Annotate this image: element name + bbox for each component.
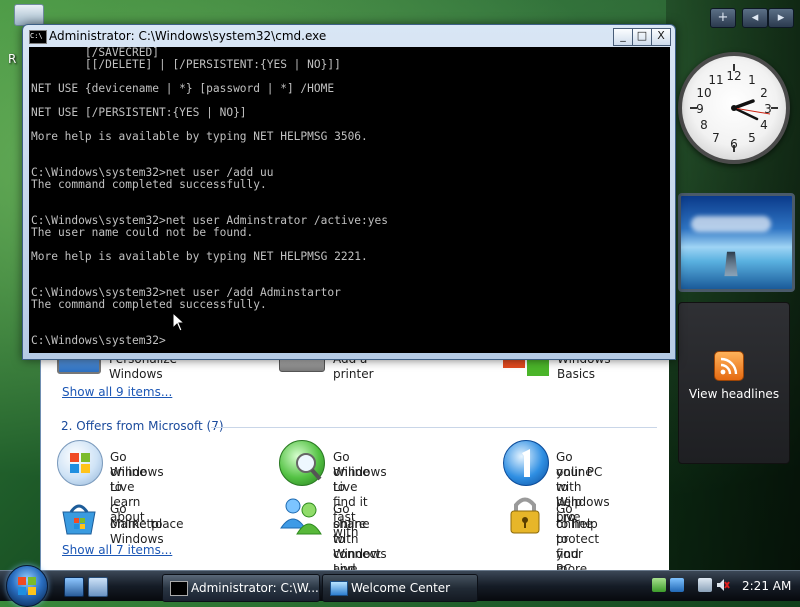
section-divider — [211, 427, 657, 428]
offer-line2: share with Windows Live — [333, 517, 387, 576]
welcome-center-icon — [330, 581, 348, 596]
mouse-cursor-icon — [172, 312, 186, 332]
svg-text:2: 2 — [760, 86, 768, 100]
show-all-9-items-link[interactable]: Show all 9 items... — [62, 385, 172, 399]
taskbar-button-label: Administrator: C:\W... — [191, 581, 319, 595]
cmd-titlebar[interactable]: C:\ Administrator: C:\Windows\system32\c… — [23, 25, 675, 47]
windows-logo-icon — [18, 577, 36, 595]
messenger-icon — [279, 494, 323, 538]
taskbar-button-label: Welcome Center — [351, 581, 451, 595]
network-icon[interactable] — [698, 578, 712, 592]
cmd-window-title: Administrator: C:\Windows\system32\cmd.e… — [49, 29, 327, 43]
offers-section-title[interactable]: 2. Offers from Microsoft (7) — [61, 419, 224, 433]
svg-text:4: 4 — [760, 118, 768, 132]
next-gadget-page-button[interactable]: ▸ — [768, 8, 794, 28]
analog-clock-icon: 12 1 2 345 678 9 10 11 — [678, 52, 790, 164]
taskbar-button-welcome-center[interactable]: Welcome Center — [322, 574, 478, 602]
show-desktop-icon[interactable] — [64, 577, 84, 597]
svg-text:6: 6 — [730, 137, 738, 151]
cmd-window[interactable]: C:\ Administrator: C:\Windows\system32\c… — [22, 24, 676, 360]
svg-text:9: 9 — [696, 102, 704, 116]
cmd-output-text[interactable]: [/SAVECRED] [[/DELETE] | [/PERSISTENT:{Y… — [29, 47, 670, 347]
desktop-icon-label: R — [8, 52, 17, 66]
pier-shape — [724, 251, 738, 277]
maximize-button[interactable]: □ — [632, 28, 652, 46]
svg-text:12: 12 — [726, 69, 741, 83]
cmd-console-area[interactable]: [/SAVECRED] [[/DELETE] | [/PERSISTENT:{Y… — [29, 47, 670, 353]
minimize-button[interactable]: _ — [613, 28, 633, 46]
volume-muted-icon[interactable] — [716, 578, 730, 592]
windows-live-icon — [57, 440, 103, 486]
taskbar-clock[interactable]: 2:21 AM — [742, 579, 791, 593]
cmd-icon — [170, 581, 188, 596]
slideshow-gadget[interactable] — [678, 193, 795, 292]
rss-feed-icon — [714, 351, 744, 381]
onecare-icon — [503, 440, 549, 486]
taskbar: Administrator: C:\W... Welcome Center 2:… — [0, 565, 800, 607]
switch-windows-icon[interactable] — [88, 577, 108, 597]
windows-update-icon[interactable] — [670, 578, 684, 592]
clock-gadget[interactable]: 12 1 2 345 678 9 10 11 — [675, 48, 790, 170]
cmd-icon: C:\ — [29, 30, 47, 44]
svg-text:1: 1 — [748, 73, 756, 87]
show-all-7-items-link[interactable]: Show all 7 items... — [62, 543, 172, 557]
offer-line2: Marketplace — [110, 517, 184, 531]
offer-line2: Windows Live — [333, 465, 387, 494]
add-gadget-button[interactable]: + — [710, 8, 736, 28]
svg-text:7: 7 — [712, 131, 720, 145]
close-button[interactable]: X — [651, 28, 671, 46]
view-headlines-label[interactable]: View headlines — [679, 387, 789, 401]
taskbar-button-cmd[interactable]: Administrator: C:\W... — [162, 574, 320, 602]
prev-gadget-page-button[interactable]: ◂ — [742, 8, 768, 28]
search-globe-icon — [279, 440, 325, 486]
start-button[interactable] — [6, 565, 48, 607]
padlock-icon — [503, 492, 547, 536]
svg-text:5: 5 — [748, 131, 756, 145]
slideshow-image — [691, 216, 771, 232]
feed-headlines-gadget[interactable]: View headlines — [678, 302, 790, 464]
sidebar-controls: + ◂ ▸ — [666, 8, 796, 28]
marketplace-icon — [57, 496, 101, 540]
svg-text:11: 11 — [708, 73, 723, 87]
security-alert-icon[interactable] — [652, 578, 666, 592]
offer-line2: Windows Live — [110, 465, 164, 494]
svg-text:10: 10 — [696, 86, 711, 100]
recycle-bin-icon[interactable] — [14, 4, 44, 26]
svg-text:8: 8 — [700, 118, 708, 132]
offer-line2: to help protect your PC — [556, 517, 600, 576]
